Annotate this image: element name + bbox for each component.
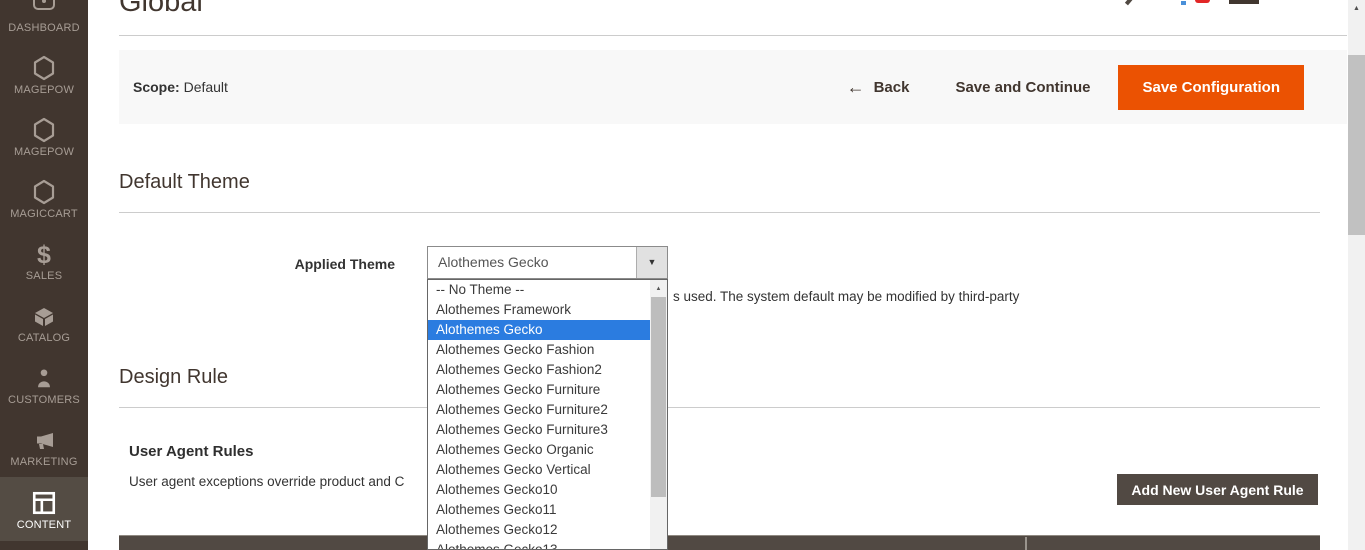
back-label: Back (874, 79, 910, 96)
applied-theme-label: Applied Theme (119, 256, 395, 272)
dropdown-option[interactable]: Alothemes Gecko Vertical (428, 460, 650, 480)
sidebar-item-sales[interactable]: $ SALES (0, 225, 88, 287)
theme-note-text: s used. The system default may be modifi… (673, 289, 1019, 304)
save-and-continue-label: Save and Continue (955, 79, 1090, 96)
page-scrollbar[interactable]: ▲ (1348, 0, 1365, 550)
save-configuration-button[interactable]: Save Configuration (1118, 65, 1304, 110)
page-scrollbar-thumb[interactable] (1348, 55, 1365, 235)
dropdown-option[interactable]: Alothemes Gecko10 (428, 480, 650, 500)
notifications-icon[interactable] (1181, 1, 1186, 5)
dropdown-option[interactable]: Alothemes Gecko Furniture2 (428, 400, 650, 420)
dropdown-option[interactable]: Alothemes Gecko Furniture3 (428, 420, 650, 440)
scroll-up-icon[interactable]: ▲ (1348, 0, 1365, 17)
dropdown-option-selected[interactable]: Alothemes Gecko (428, 320, 650, 340)
default-theme-heading: Default Theme (119, 171, 250, 194)
megaphone-icon (31, 425, 57, 453)
select-dropdown-button[interactable]: ▼ (636, 247, 667, 278)
sidebar-item-marketing[interactable]: MARKETING (0, 411, 88, 473)
dropdown-option[interactable]: Alothemes Gecko Fashion (428, 340, 650, 360)
dropdown-scrollbar[interactable]: ▲ (650, 280, 667, 549)
user-agent-rules-heading: User Agent Rules (129, 443, 253, 460)
sidebar-item-label: MAGEPOW (14, 146, 74, 158)
sidebar-item-label: MARKETING (10, 456, 77, 468)
back-arrow-icon: ← (847, 78, 865, 96)
save-and-continue-button[interactable]: Save and Continue (955, 79, 1090, 96)
section-divider (119, 407, 1320, 408)
table-column-divider (1025, 537, 1027, 550)
box-icon (31, 301, 57, 329)
chevron-down-icon: ▼ (648, 258, 657, 267)
scope-value: Default (184, 79, 228, 95)
sidebar-item-label: CUSTOMERS (8, 394, 80, 406)
sidebar-item-label: CONTENT (17, 519, 72, 531)
add-user-agent-rule-button[interactable]: Add New User Agent Rule (1117, 474, 1318, 505)
sidebar-item-customers[interactable]: CUSTOMERS (0, 349, 88, 411)
sidebar-item-label: MAGICCART (10, 208, 78, 220)
sidebar-item-magepow-2[interactable]: MAGEPOW (0, 101, 88, 163)
dropdown-option[interactable]: Alothemes Gecko Fashion2 (428, 360, 650, 380)
person-icon (33, 363, 55, 391)
hexagon-icon (32, 115, 56, 143)
sidebar-item-dashboard[interactable]: DASHBOARD (0, 0, 88, 39)
dropdown-options: -- No Theme -- Alothemes Framework Aloth… (428, 280, 650, 550)
scroll-up-icon[interactable]: ▲ (650, 280, 667, 297)
menu-icon[interactable] (1229, 0, 1259, 4)
sidebar-item-magepow-1[interactable]: MAGEPOW (0, 39, 88, 101)
scope-label: Scope: (133, 79, 180, 95)
dropdown-option[interactable]: Alothemes Gecko Organic (428, 440, 650, 460)
notifications-badge (1195, 0, 1210, 3)
search-icon[interactable] (1125, 0, 1133, 5)
layout-icon (31, 488, 57, 516)
title-divider (119, 35, 1347, 36)
applied-theme-dropdown: -- No Theme -- Alothemes Framework Aloth… (427, 279, 668, 550)
sidebar-item-label: SALES (26, 270, 62, 282)
applied-theme-select-value: Alothemes Gecko (438, 247, 549, 278)
back-button[interactable]: ← Back (847, 78, 910, 96)
dropdown-scrollbar-thumb[interactable] (651, 297, 666, 497)
hexagon-icon (32, 53, 56, 81)
sidebar-item-content[interactable]: CONTENT (0, 477, 88, 541)
sidebar-item-label: DASHBOARD (8, 22, 79, 34)
sidebar-item-label: MAGEPOW (14, 84, 74, 96)
dropdown-option[interactable]: Alothemes Gecko11 (428, 500, 650, 520)
sidebar-item-magiccart[interactable]: MAGICCART (0, 163, 88, 225)
dropdown-option[interactable]: Alothemes Gecko13 (428, 540, 650, 550)
dropdown-option[interactable]: Alothemes Gecko12 (428, 520, 650, 540)
dollar-icon: $ (37, 239, 51, 267)
dashboard-icon (31, 0, 57, 12)
scope-text: Scope: Default (133, 79, 228, 95)
sidebar: DASHBOARD MAGEPOW MAGEPOW MAGICCART $ SA… (0, 0, 88, 550)
user-agent-rules-note: User agent exceptions override product a… (129, 474, 404, 489)
sidebar-item-label: CATALOG (18, 332, 70, 344)
design-rule-heading: Design Rule (119, 366, 228, 389)
page-title: Global (119, 0, 203, 19)
scope-bar: Scope: Default ← Back Save and Continue … (119, 50, 1347, 124)
user-agent-rules-table-header (119, 535, 1320, 550)
dropdown-option[interactable]: -- No Theme -- (428, 280, 650, 300)
section-divider (119, 212, 1320, 213)
dropdown-option[interactable]: Alothemes Gecko Furniture (428, 380, 650, 400)
hexagon-icon (32, 177, 56, 205)
applied-theme-select[interactable]: Alothemes Gecko ▼ (427, 246, 668, 279)
sidebar-item-catalog[interactable]: CATALOG (0, 287, 88, 349)
dropdown-option[interactable]: Alothemes Framework (428, 300, 650, 320)
